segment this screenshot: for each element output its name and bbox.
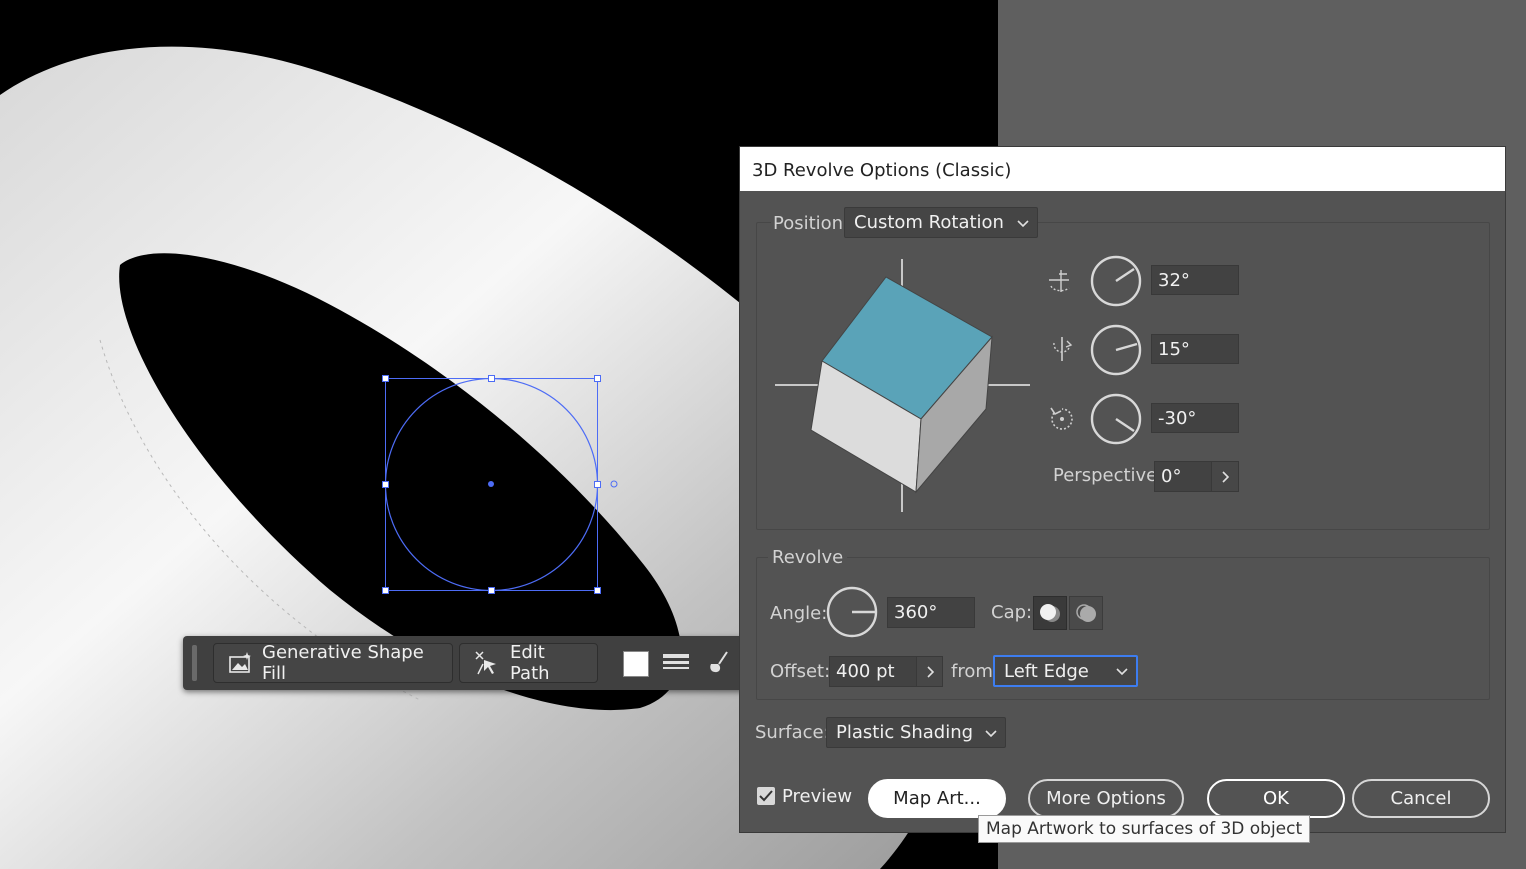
offset-slider-button[interactable] — [916, 656, 943, 687]
chevron-down-icon — [1116, 668, 1128, 676]
drag-handle[interactable] — [192, 645, 197, 681]
z-rotation-input[interactable]: -30° — [1151, 403, 1239, 433]
cap-solid-icon — [1040, 604, 1060, 622]
dialog-title[interactable]: 3D Revolve Options (Classic) — [740, 147, 1505, 191]
z-axis-rotation-icon — [1050, 407, 1073, 430]
map-art-label: Map Art... — [893, 788, 981, 809]
cap-label: Cap: — [991, 602, 1033, 623]
edit-path-button[interactable]: Edit Path — [459, 642, 598, 684]
x-rotation-value: 32° — [1158, 269, 1190, 291]
perspective-slider-button[interactable] — [1211, 461, 1239, 492]
chevron-right-icon — [1222, 470, 1230, 483]
offset-label: Offset: — [770, 661, 831, 682]
cancel-label: Cancel — [1390, 788, 1452, 809]
perspective-label: Perspective: — [1053, 465, 1164, 486]
3d-revolve-options-dialog: 3D Revolve Options (Classic) Position: C… — [739, 146, 1506, 833]
perspective-value: 0° — [1161, 466, 1182, 487]
y-rotation-dial[interactable] — [1089, 323, 1143, 377]
angle-input[interactable]: 360° — [887, 597, 975, 628]
x-rotation-input[interactable]: 32° — [1151, 265, 1239, 295]
from-label: from — [951, 661, 993, 682]
offset-input[interactable]: 400 pt — [829, 656, 917, 687]
preview-label: Preview — [782, 786, 853, 807]
z-rotation-value: -30° — [1158, 407, 1197, 429]
generative-fill-icon — [229, 652, 251, 673]
cancel-button[interactable]: Cancel — [1352, 779, 1490, 818]
x-rotation-dial[interactable] — [1089, 254, 1143, 308]
chevron-down-icon — [985, 729, 997, 737]
cap-off-hollow-button[interactable] — [1069, 596, 1103, 630]
surface-label: Surface: — [755, 722, 830, 743]
generative-shape-fill-button[interactable]: Generative Shape Fill — [213, 642, 453, 684]
ok-button[interactable]: OK — [1207, 779, 1345, 818]
perspective-input[interactable]: 0° — [1154, 461, 1212, 492]
y-rotation-value: 15° — [1158, 338, 1190, 360]
edit-path-label: Edit Path — [510, 642, 550, 684]
checkmark-icon — [759, 790, 773, 802]
position-value: Custom Rotation — [854, 212, 1004, 233]
map-art-tooltip: Map Artwork to surfaces of 3D object — [978, 815, 1311, 843]
more-options-label: More Options — [1046, 788, 1166, 809]
cap-hollow-icon — [1076, 604, 1096, 622]
from-edge-dropdown[interactable]: Left Edge — [993, 655, 1138, 687]
x-axis-rotation-icon — [1049, 270, 1070, 292]
preview-checkbox[interactable] — [757, 787, 775, 805]
selected-circle-path[interactable] — [375, 368, 625, 600]
fill-color-swatch[interactable] — [623, 651, 649, 677]
edit-path-icon — [475, 651, 496, 675]
from-edge-value: Left Edge — [1004, 660, 1089, 682]
surface-value: Plastic Shading — [836, 722, 974, 743]
brush-icon[interactable] — [707, 650, 731, 676]
chevron-down-icon — [1017, 219, 1029, 227]
ok-label: OK — [1263, 788, 1289, 809]
generative-shape-fill-label: Generative Shape Fill — [262, 642, 424, 684]
cap-on-solid-button[interactable] — [1033, 596, 1067, 630]
position-label: Position: — [771, 213, 852, 234]
offset-value: 400 pt — [836, 661, 895, 682]
contextual-task-bar: Generative Shape Fill Edit Path — [183, 636, 753, 690]
stroke-weight-icon[interactable] — [663, 653, 689, 673]
position-dropdown[interactable]: Custom Rotation — [844, 207, 1038, 238]
z-rotation-dial[interactable] — [1089, 392, 1143, 446]
angle-label: Angle: — [770, 603, 828, 624]
angle-dial[interactable] — [825, 585, 879, 639]
more-options-button[interactable]: More Options — [1028, 779, 1184, 818]
rotation-track-cube[interactable] — [774, 257, 1032, 515]
surface-dropdown[interactable]: Plastic Shading — [826, 717, 1006, 748]
map-art-button[interactable]: Map Art... — [868, 779, 1006, 818]
revolve-group-label: Revolve — [768, 547, 848, 568]
angle-value: 360° — [894, 602, 938, 623]
y-rotation-input[interactable]: 15° — [1151, 334, 1239, 364]
chevron-right-icon — [926, 665, 934, 678]
y-axis-rotation-icon — [1053, 337, 1073, 361]
